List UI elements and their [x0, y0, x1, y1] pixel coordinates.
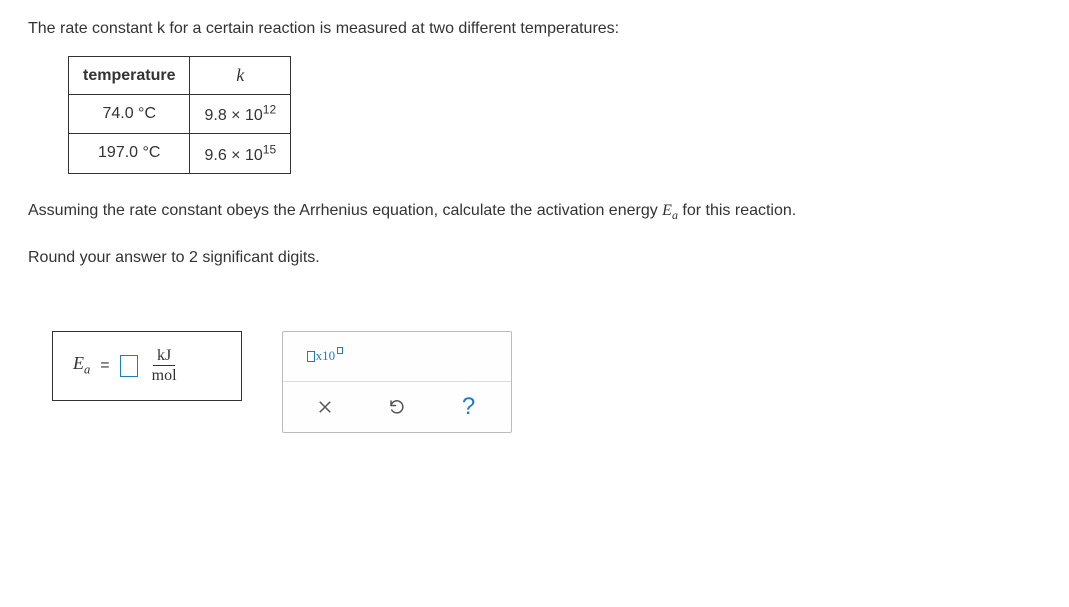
- cell-k-1: 9.8 × 1012: [190, 95, 291, 134]
- exponent-box-icon: [337, 347, 342, 354]
- header-temperature: temperature: [69, 57, 190, 95]
- cell-temp-1: 74.0 °C: [69, 95, 190, 134]
- rate-constant-table: temperature k 74.0 °C 9.8 × 1012 197.0 °…: [68, 56, 291, 174]
- units-fraction: kJ mol: [148, 347, 181, 385]
- activation-energy-input[interactable]: [120, 355, 138, 377]
- undo-icon: [388, 398, 406, 416]
- x10-label: x10: [316, 348, 336, 364]
- equals-sign: =: [100, 357, 109, 375]
- help-button[interactable]: ?: [451, 389, 487, 425]
- cell-k-2: 9.6 × 1015: [190, 134, 291, 173]
- answer-variable-label: Ea: [73, 353, 90, 378]
- assumption-text: Assuming the rate constant obeys the Arr…: [28, 198, 1041, 225]
- tool-panel: x10 ?: [282, 331, 512, 433]
- rounding-instruction: Round your answer to 2 significant digit…: [28, 245, 1041, 271]
- table-row: 74.0 °C 9.8 × 1012: [69, 95, 291, 134]
- table-row: 197.0 °C 9.6 × 1015: [69, 134, 291, 173]
- answer-input-box: Ea = kJ mol: [52, 331, 242, 401]
- intro-text: The rate constant k for a certain reacti…: [28, 20, 1041, 38]
- cell-temp-2: 197.0 °C: [69, 134, 190, 173]
- x-icon: [316, 398, 334, 416]
- reset-button[interactable]: [379, 389, 415, 425]
- clear-button[interactable]: [307, 389, 343, 425]
- header-k: k: [190, 57, 291, 95]
- scientific-notation-button[interactable]: x10: [307, 338, 343, 374]
- placeholder-box-icon: [307, 351, 315, 362]
